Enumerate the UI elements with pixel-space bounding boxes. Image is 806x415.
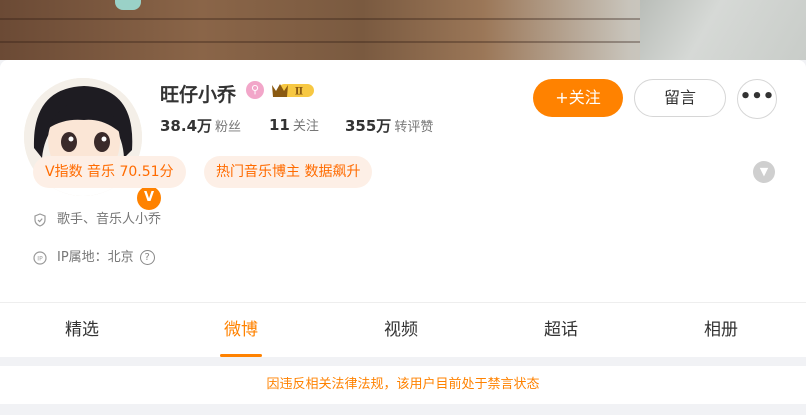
tab-weibo[interactable]: 微博 [220,303,262,357]
tab-super-topic[interactable]: 超话 [540,303,582,357]
stat-label: 粉丝 [215,120,242,135]
cover-image [0,0,806,60]
tab-albums[interactable]: 相册 [700,303,742,357]
bio-text: 歌手、音乐人小乔 [57,212,162,227]
cover-object [115,0,141,10]
ip-location-icon: IP [33,250,47,265]
crown-badge-icon[interactable]: Ⅱ [270,81,316,100]
ban-notice: 因违反相关法律法规，该用户目前处于禁言状态 [0,366,806,404]
stat-value: 355万 [345,117,392,135]
stat-value: 11 [269,116,290,134]
member-level-text: Ⅱ [295,87,303,98]
help-icon[interactable]: ? [139,250,155,265]
more-options-button[interactable]: ••• [737,79,777,119]
message-button[interactable]: 留言 [634,79,726,117]
ip-location-text: IP属地：北京 [57,250,134,265]
stat-interactions[interactable]: 355万 转评赞 [345,115,433,136]
tab-featured[interactable]: 精选 [61,303,103,357]
ip-row: IP IP属地：北京? [33,246,155,265]
stat-value: 38.4万 [160,117,213,135]
hot-blogger-tag[interactable]: 热门音乐博主 数据飙升 [204,156,373,188]
profile-tabs: 精选 微博 视频 超话 相册 [0,302,806,357]
tab-videos[interactable]: 视频 [380,303,422,357]
follow-button[interactable]: +关注 [533,79,623,117]
shield-icon [34,212,46,227]
chevron-down-icon[interactable]: ▼ [753,161,775,183]
stat-label: 转评赞 [394,120,434,135]
bio-row: 歌手、音乐人小乔 [33,208,161,227]
pink-lollipop-icon[interactable]: ⚲ [246,81,264,99]
cover-light-area [640,0,806,60]
v-index-tag[interactable]: V指数 音乐 70.51分 [33,156,186,188]
stat-following[interactable]: 11 关注 [269,115,319,134]
svg-text:IP: IP [37,255,43,262]
profile-name: 旺仔小乔 [160,84,237,106]
stat-label: 关注 [292,119,319,134]
stat-followers[interactable]: 38.4万 粉丝 [160,115,241,136]
